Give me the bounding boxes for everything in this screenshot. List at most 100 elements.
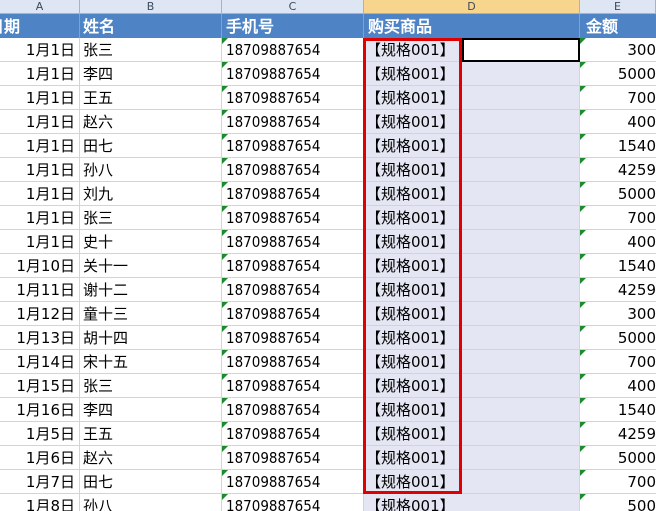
cell-name[interactable]: 史十: [80, 230, 222, 254]
cell-product[interactable]: 【规格001】: [364, 302, 580, 326]
spreadsheet-grid[interactable]: A B C D E 日期 姓名 手机号 购买商品 金额 1月1日张三187098…: [0, 0, 656, 511]
cell-phone[interactable]: 18709887654: [222, 62, 364, 86]
cell-phone[interactable]: 18709887654: [222, 398, 364, 422]
column-header-d[interactable]: D: [364, 0, 580, 14]
cell-product[interactable]: 【规格001】: [364, 110, 580, 134]
active-cell-cursor[interactable]: [462, 38, 580, 62]
cell-name[interactable]: 赵六: [80, 110, 222, 134]
header-phone[interactable]: 手机号: [222, 14, 364, 38]
cell-phone[interactable]: 18709887654: [222, 446, 364, 470]
cell-amount[interactable]: 4259: [580, 278, 656, 302]
cell-name[interactable]: 张三: [80, 374, 222, 398]
cell-name[interactable]: 胡十四: [80, 326, 222, 350]
cell-phone[interactable]: 18709887654: [222, 254, 364, 278]
cell-date[interactable]: 1月1日: [0, 110, 80, 134]
cell-product[interactable]: 【规格001】: [364, 86, 580, 110]
cell-name[interactable]: 谢十二: [80, 278, 222, 302]
cell-date[interactable]: 1月8日: [0, 494, 80, 511]
cell-date[interactable]: 1月1日: [0, 86, 80, 110]
cell-phone[interactable]: 18709887654: [222, 134, 364, 158]
cell-date[interactable]: 1月12日: [0, 302, 80, 326]
cell-phone[interactable]: 18709887654: [222, 86, 364, 110]
cell-amount[interactable]: 400: [580, 374, 656, 398]
cell-date[interactable]: 1月1日: [0, 38, 80, 62]
cell-product[interactable]: 【规格001】: [364, 182, 580, 206]
cell-amount[interactable]: 700: [580, 206, 656, 230]
cell-amount[interactable]: 700: [580, 470, 656, 494]
cell-product[interactable]: 【规格001】: [364, 134, 580, 158]
cell-date[interactable]: 1月15日: [0, 374, 80, 398]
cell-product[interactable]: 【规格001】: [364, 446, 580, 470]
cell-phone[interactable]: 18709887654: [222, 110, 364, 134]
cell-amount[interactable]: 700: [580, 350, 656, 374]
cell-phone[interactable]: 18709887654: [222, 374, 364, 398]
cell-name[interactable]: 孙八: [80, 494, 222, 511]
cell-date[interactable]: 1月14日: [0, 350, 80, 374]
cell-product[interactable]: 【规格001】: [364, 374, 580, 398]
cell-amount[interactable]: 5000: [580, 446, 656, 470]
cell-phone[interactable]: 18709887654: [222, 278, 364, 302]
header-date[interactable]: 日期: [0, 14, 80, 38]
cell-name[interactable]: 张三: [80, 206, 222, 230]
cell-name[interactable]: 刘九: [80, 182, 222, 206]
cell-phone[interactable]: 18709887654: [222, 494, 364, 511]
column-header-b[interactable]: B: [80, 0, 222, 14]
cell-name[interactable]: 李四: [80, 398, 222, 422]
cell-amount[interactable]: 1540: [580, 254, 656, 278]
cell-amount[interactable]: 4259: [580, 422, 656, 446]
cell-phone[interactable]: 18709887654: [222, 326, 364, 350]
column-header-c[interactable]: C: [222, 0, 364, 14]
cell-product[interactable]: 【规格001】: [364, 326, 580, 350]
cell-name[interactable]: 李四: [80, 62, 222, 86]
cell-name[interactable]: 田七: [80, 134, 222, 158]
header-product[interactable]: 购买商品: [364, 14, 580, 38]
cell-date[interactable]: 1月1日: [0, 62, 80, 86]
cell-product[interactable]: 【规格001】: [364, 254, 580, 278]
cell-phone[interactable]: 18709887654: [222, 206, 364, 230]
cell-product[interactable]: 【规格001】: [364, 230, 580, 254]
cell-amount[interactable]: 5000: [580, 326, 656, 350]
cell-amount[interactable]: 400: [580, 230, 656, 254]
cell-name[interactable]: 田七: [80, 470, 222, 494]
cell-product[interactable]: 【规格001】: [364, 494, 580, 511]
cell-date[interactable]: 1月1日: [0, 158, 80, 182]
cell-name[interactable]: 关十一: [80, 254, 222, 278]
cell-phone[interactable]: 18709887654: [222, 350, 364, 374]
cell-date[interactable]: 1月6日: [0, 446, 80, 470]
header-name[interactable]: 姓名: [80, 14, 222, 38]
cell-phone[interactable]: 18709887654: [222, 230, 364, 254]
cell-amount[interactable]: 300: [580, 302, 656, 326]
cell-amount[interactable]: 5000: [580, 182, 656, 206]
cell-name[interactable]: 童十三: [80, 302, 222, 326]
cell-date[interactable]: 1月16日: [0, 398, 80, 422]
cell-date[interactable]: 1月1日: [0, 182, 80, 206]
cell-product[interactable]: 【规格001】: [364, 158, 580, 182]
cell-date[interactable]: 1月1日: [0, 230, 80, 254]
cell-name[interactable]: 孙八: [80, 158, 222, 182]
cell-amount[interactable]: 5000: [580, 62, 656, 86]
cell-phone[interactable]: 18709887654: [222, 302, 364, 326]
cell-amount[interactable]: 300: [580, 38, 656, 62]
cell-product[interactable]: 【规格001】: [364, 62, 580, 86]
cell-amount[interactable]: 500: [580, 494, 656, 511]
cell-phone[interactable]: 18709887654: [222, 158, 364, 182]
cell-product[interactable]: 【规格001】: [364, 422, 580, 446]
cell-amount[interactable]: 400: [580, 110, 656, 134]
cell-phone[interactable]: 18709887654: [222, 38, 364, 62]
cell-date[interactable]: 1月1日: [0, 206, 80, 230]
cell-name[interactable]: 张三: [80, 38, 222, 62]
cell-date[interactable]: 1月10日: [0, 254, 80, 278]
cell-product[interactable]: 【规格001】: [364, 206, 580, 230]
header-amount[interactable]: 金额: [580, 14, 656, 38]
cell-date[interactable]: 1月13日: [0, 326, 80, 350]
cell-name[interactable]: 赵六: [80, 446, 222, 470]
cell-amount[interactable]: 1540: [580, 398, 656, 422]
cell-phone[interactable]: 18709887654: [222, 182, 364, 206]
cell-name[interactable]: 宋十五: [80, 350, 222, 374]
cell-date[interactable]: 1月1日: [0, 134, 80, 158]
cell-name[interactable]: 王五: [80, 422, 222, 446]
cell-product[interactable]: 【规格001】: [364, 398, 580, 422]
cell-name[interactable]: 王五: [80, 86, 222, 110]
cell-date[interactable]: 1月5日: [0, 422, 80, 446]
cell-phone[interactable]: 18709887654: [222, 470, 364, 494]
